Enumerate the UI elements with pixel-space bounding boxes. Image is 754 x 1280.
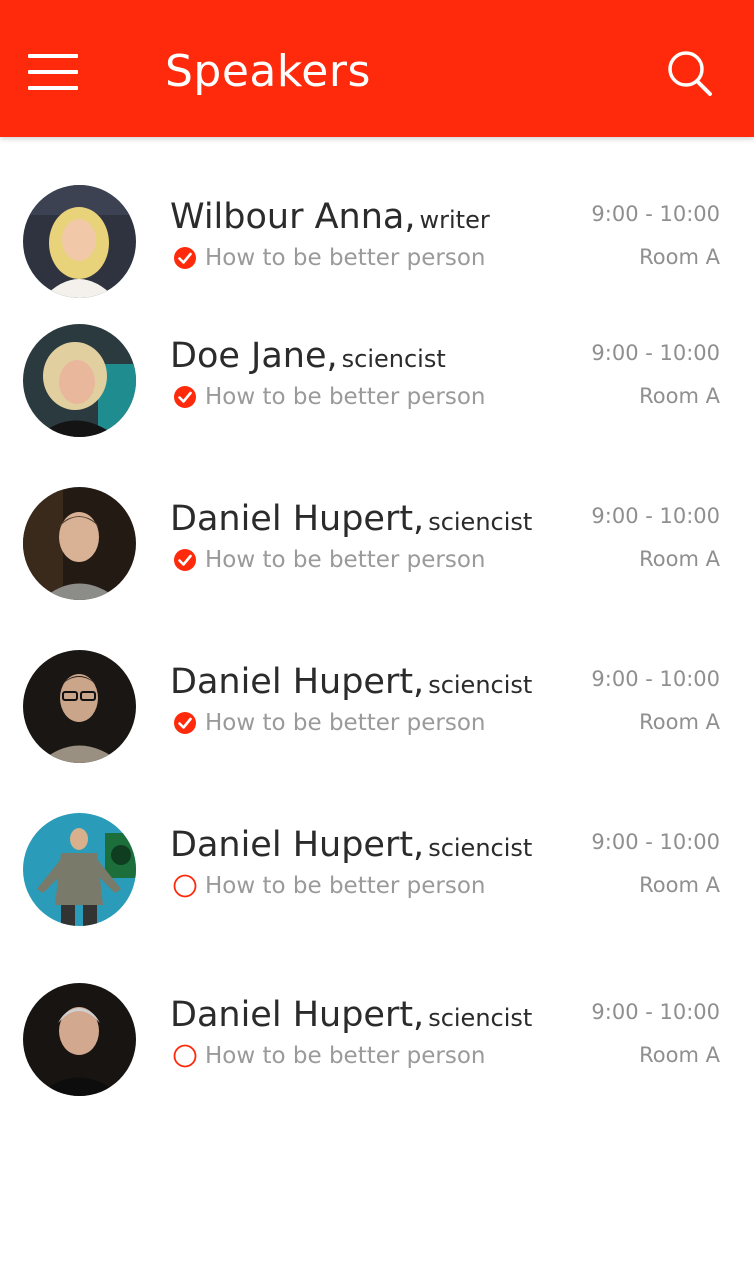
talk-time: 9:00 - 10:00 — [591, 1000, 720, 1024]
speaker-name: Doe Jane, — [170, 336, 338, 376]
talk-room: Room A — [639, 245, 720, 269]
app-bar: Speakers — [0, 0, 754, 137]
speaker-role: sciencist — [428, 1004, 533, 1032]
hamburger-menu-icon[interactable] — [28, 54, 78, 90]
speaker-avatar — [23, 650, 136, 763]
speaker-row[interactable]: Doe Jane, sciencist How to be better pers… — [0, 324, 754, 454]
speaker-role: sciencist — [428, 834, 533, 862]
not-attending-circle-icon[interactable] — [173, 1044, 197, 1068]
speaker-name: Daniel Hupert, — [170, 825, 425, 865]
speaker-role: sciencist — [428, 508, 533, 536]
talk-time: 9:00 - 10:00 — [591, 341, 720, 365]
talk-room: Room A — [639, 710, 720, 734]
speaker-avatar — [23, 487, 136, 600]
speaker-role: writer — [419, 206, 490, 234]
speaker-role: sciencist — [341, 345, 446, 373]
attending-check-icon[interactable] — [173, 548, 197, 572]
talk-title: How to be better person — [205, 245, 486, 271]
speaker-name: Daniel Hupert, — [170, 499, 425, 539]
talk-room: Room A — [639, 384, 720, 408]
talk-room: Room A — [639, 547, 720, 571]
attending-check-icon[interactable] — [173, 711, 197, 735]
talk-title: How to be better person — [205, 873, 486, 899]
speaker-name: Wilbour Anna, — [170, 197, 416, 237]
speaker-avatar — [23, 813, 136, 926]
talk-room: Room A — [639, 873, 720, 897]
talk-title: How to be better person — [205, 547, 486, 573]
speaker-role: sciencist — [428, 671, 533, 699]
speaker-avatar — [23, 983, 136, 1096]
speaker-row[interactable]: Wilbour Anna, writer How to be better per… — [0, 185, 754, 315]
talk-time: 9:00 - 10:00 — [591, 202, 720, 226]
speaker-row[interactable]: Daniel Hupert, sciencist How to be better… — [0, 487, 754, 617]
speaker-avatar — [23, 324, 136, 437]
talk-time: 9:00 - 10:00 — [591, 504, 720, 528]
talk-room: Room A — [639, 1043, 720, 1067]
attending-check-icon[interactable] — [173, 246, 197, 270]
talk-title: How to be better person — [205, 710, 486, 736]
not-attending-circle-icon[interactable] — [173, 874, 197, 898]
speaker-avatar — [23, 185, 136, 298]
talk-time: 9:00 - 10:00 — [591, 830, 720, 854]
speaker-name: Daniel Hupert, — [170, 662, 425, 702]
talk-title: How to be better person — [205, 1043, 486, 1069]
search-icon[interactable] — [664, 48, 716, 100]
talk-time: 9:00 - 10:00 — [591, 667, 720, 691]
speaker-name: Daniel Hupert, — [170, 995, 425, 1035]
speaker-row[interactable]: Daniel Hupert, sciencist How to be better… — [0, 983, 754, 1113]
speaker-row[interactable]: Daniel Hupert, sciencist How to be better… — [0, 650, 754, 780]
page-title: Speakers — [165, 46, 371, 97]
attending-check-icon[interactable] — [173, 385, 197, 409]
speaker-row[interactable]: Daniel Hupert, sciencist How to be better… — [0, 813, 754, 943]
talk-title: How to be better person — [205, 384, 486, 410]
